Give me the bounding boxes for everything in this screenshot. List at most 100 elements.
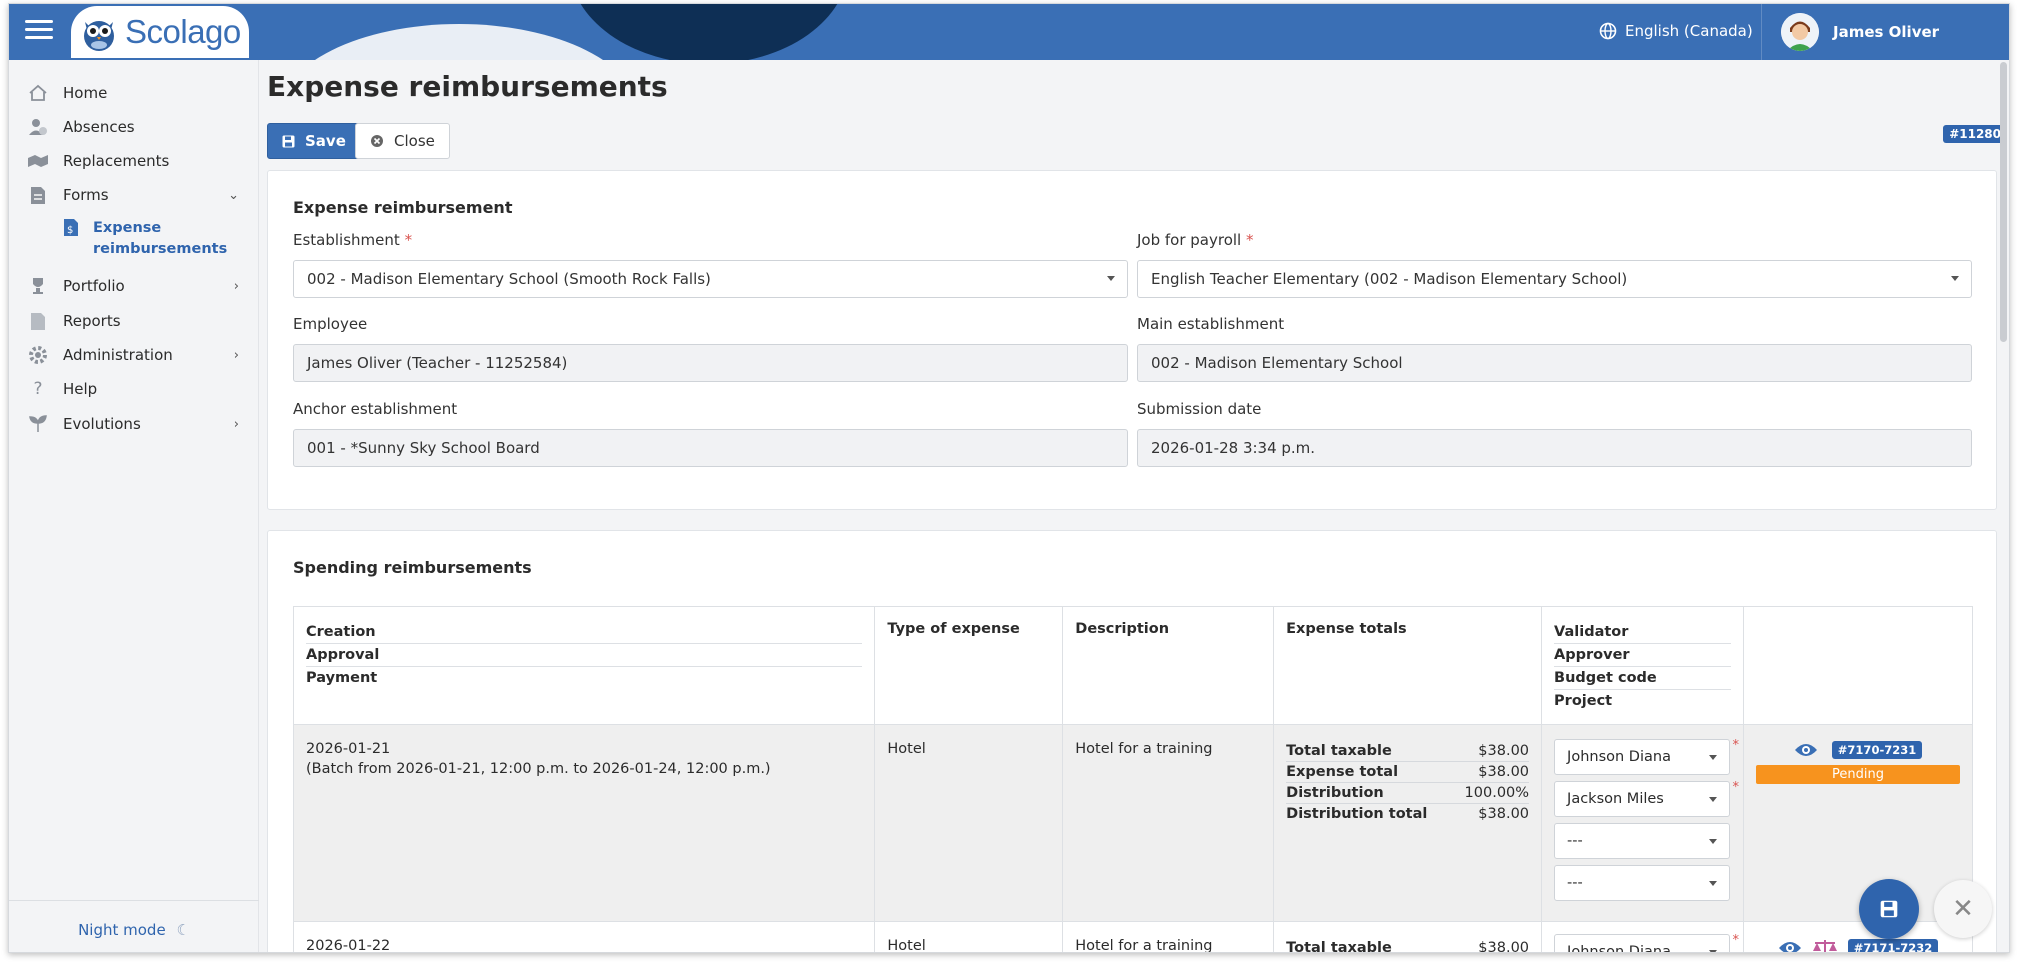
sprout-icon (27, 414, 49, 434)
approver-select[interactable]: Jackson Miles * (1554, 780, 1739, 817)
caret-down-icon (1709, 755, 1718, 760)
gear-icon (27, 345, 49, 365)
scrollbar[interactable] (2000, 62, 2007, 342)
close-circle-icon (371, 135, 383, 147)
record-id-badge: #11280 (1943, 125, 2007, 143)
floating-close-button[interactable]: ✕ (1934, 880, 1992, 938)
job-payroll-value: English Teacher Elementary (002 - Madiso… (1151, 270, 1628, 288)
floppy-icon (282, 135, 295, 147)
header-decoration (279, 24, 639, 60)
handshake-icon (27, 151, 49, 171)
sidebar-item-portfolio[interactable]: Portfolio › (27, 276, 247, 296)
validator-select[interactable]: Johnson Diana * (1554, 933, 1739, 952)
owl-logo-icon (84, 21, 114, 51)
document-icon (27, 185, 49, 205)
employee-field: James Oliver (Teacher - 11252584) (293, 344, 1128, 382)
reference-badge[interactable]: #7171-7232 (1847, 939, 1939, 952)
reference-badge[interactable]: #7170-7231 (1831, 741, 1923, 759)
app-window: Scolago English (Canada) James Oliver Ho… (8, 3, 2010, 953)
user-absence-icon (27, 117, 49, 137)
sidebar-item-administration[interactable]: Administration › (27, 345, 247, 365)
anchor-establishment-field: 001 - *Sunny Sky School Board (293, 429, 1128, 467)
trophy-icon (27, 276, 49, 296)
cell-description: Hotel for a training (1062, 921, 1275, 952)
caret-down-icon (1951, 276, 1959, 281)
hamburger-menu-icon[interactable] (25, 20, 53, 44)
eye-icon[interactable] (1794, 742, 1818, 758)
column-header-type: Type of expense (874, 606, 1064, 725)
job-payroll-select[interactable]: English Teacher Elementary (002 - Madiso… (1137, 260, 1972, 298)
validator-select[interactable]: Johnson Diana * (1554, 738, 1739, 775)
column-header-description: Description (1062, 606, 1275, 725)
establishment-select[interactable]: 002 - Madison Elementary School (Smooth … (293, 260, 1128, 298)
job-payroll-label: Job for payroll * (1137, 231, 1254, 249)
caret-down-icon (1107, 276, 1115, 281)
submission-date-label: Submission date (1137, 400, 1262, 418)
column-header-dates: Creation Approval Payment (292, 606, 876, 725)
eye-icon[interactable] (1778, 940, 1802, 953)
sidebar-item-label: Forms (63, 186, 109, 204)
user-menu[interactable]: James Oliver (1781, 13, 1939, 51)
column-header-actions (1743, 606, 1973, 725)
sidebar: Home Absences Replacements Forms ⌄ $ Exp… (9, 60, 259, 952)
moon-icon: ☾ (176, 921, 190, 939)
submission-date-field: 2026-01-28 3:34 p.m. (1137, 429, 1972, 467)
header-decoration (569, 4, 849, 60)
app-name: Scolago (125, 13, 241, 50)
main-content: Expense reimbursements Save Close #11280… (267, 60, 2007, 953)
cell-totals: Total taxable $38.00 (1273, 921, 1543, 952)
caret-down-icon (1709, 950, 1718, 952)
expense-reimbursement-card: Expense reimbursement Establishment * 00… (267, 170, 1997, 510)
cell-type: Hotel (874, 921, 1064, 952)
establishment-value: 002 - Madison Elementary School (Smooth … (307, 270, 711, 288)
sidebar-item-help[interactable]: ? Help (27, 379, 247, 399)
sidebar-item-home[interactable]: Home (27, 83, 247, 103)
night-mode-toggle[interactable]: Night mode ☾ (9, 900, 259, 939)
sidebar-item-label: Home (63, 84, 108, 102)
cell-description: Hotel for a training (1062, 724, 1275, 922)
sidebar-item-label: Administration (63, 346, 173, 364)
balance-scale-icon[interactable] (1812, 938, 1838, 953)
chevron-down-icon: ⌄ (228, 187, 239, 203)
sidebar-item-label: Evolutions (63, 415, 141, 433)
budget-code-select[interactable]: --- (1554, 823, 1731, 859)
sidebar-item-label: Expense reimbursements (93, 220, 228, 257)
column-header-totals: Expense totals (1273, 606, 1543, 725)
question-icon: ? (33, 379, 43, 399)
logo[interactable]: Scolago (71, 6, 249, 58)
establishment-label: Establishment * (293, 231, 413, 249)
avatar (1781, 13, 1819, 51)
cell-validation: Johnson Diana * Jackson Miles * --- --- (1541, 724, 1745, 922)
main-establishment-label: Main establishment (1137, 315, 1285, 333)
sidebar-item-label: Portfolio (63, 277, 125, 295)
employee-label: Employee (293, 315, 368, 333)
floppy-icon (1880, 900, 1898, 918)
receipt-icon: $ (63, 218, 79, 260)
svg-text:$: $ (67, 225, 73, 236)
cell-dates: 2026-01-21 (Batch from 2026-01-21, 12:00… (292, 724, 876, 922)
sidebar-item-reports[interactable]: Reports (27, 311, 247, 331)
save-button[interactable]: Save (267, 123, 361, 159)
sidebar-item-evolutions[interactable]: Evolutions › (27, 414, 247, 434)
chevron-right-icon: › (233, 347, 239, 363)
cell-totals: Total taxable $38.00 Expense total $38.00 … (1273, 724, 1543, 922)
close-button[interactable]: Close (355, 123, 450, 159)
caret-down-icon (1709, 797, 1718, 802)
top-bar: Scolago English (Canada) James Oliver (9, 4, 2009, 60)
sidebar-item-absences[interactable]: Absences (27, 117, 247, 137)
section-title: Spending reimbursements (293, 558, 532, 577)
globe-icon (1599, 22, 1617, 40)
language-label: English (Canada) (1625, 22, 1753, 40)
close-label: Close (394, 132, 435, 150)
sidebar-item-forms[interactable]: Forms ⌄ (27, 185, 247, 205)
cell-validation: Johnson Diana * (1541, 921, 1745, 952)
sidebar-item-label: Absences (63, 118, 135, 136)
sidebar-item-replacements[interactable]: Replacements (27, 151, 247, 171)
project-select[interactable]: --- (1554, 865, 1731, 901)
floating-save-button[interactable] (1859, 879, 1919, 939)
language-selector[interactable]: English (Canada) (1599, 22, 1753, 40)
column-header-validation: Validator Approver Budget code Project (1541, 606, 1745, 725)
sidebar-item-label: Replacements (63, 152, 170, 170)
chevron-right-icon: › (233, 416, 239, 432)
sidebar-item-expense-reimbursements[interactable]: $ Expense reimbursements (63, 218, 228, 260)
